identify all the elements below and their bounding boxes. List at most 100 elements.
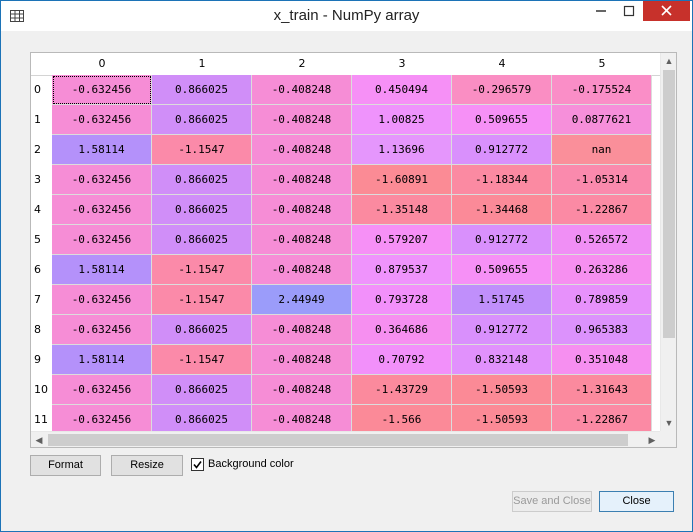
scroll-right-icon[interactable]: ▶ bbox=[644, 432, 660, 447]
table-cell[interactable]: -1.50593 bbox=[452, 375, 552, 405]
table-cell[interactable]: 0.789859 bbox=[552, 285, 652, 315]
table-cell[interactable]: 0.965383 bbox=[552, 315, 652, 345]
table-cell[interactable]: 1.58114 bbox=[52, 255, 152, 285]
table-cell[interactable]: -1.43729 bbox=[352, 375, 452, 405]
close-window-button[interactable] bbox=[643, 1, 690, 21]
row-header-10[interactable]: 10 bbox=[34, 375, 48, 405]
row-header-9[interactable]: 9 bbox=[34, 345, 41, 375]
table-cell[interactable]: -0.408248 bbox=[252, 315, 352, 345]
column-header-3[interactable]: 3 bbox=[352, 53, 452, 75]
vertical-scrollbar[interactable]: ▲ ▼ bbox=[660, 53, 676, 431]
table-cell[interactable]: 0.0877621 bbox=[552, 105, 652, 135]
table-cell[interactable]: 0.866025 bbox=[152, 75, 252, 105]
table-cell[interactable]: 0.509655 bbox=[452, 105, 552, 135]
table-cell[interactable]: 0.509655 bbox=[452, 255, 552, 285]
table-cell[interactable]: -1.1547 bbox=[152, 135, 252, 165]
table-cell[interactable]: -1.22867 bbox=[552, 195, 652, 225]
table-cell[interactable]: 0.912772 bbox=[452, 315, 552, 345]
table-cell[interactable]: 0.866025 bbox=[152, 195, 252, 225]
maximize-button[interactable] bbox=[615, 1, 643, 21]
table-cell[interactable]: 0.832148 bbox=[452, 345, 552, 375]
row-header-7[interactable]: 7 bbox=[34, 285, 41, 315]
row-header-4[interactable]: 4 bbox=[34, 195, 41, 225]
table-cell[interactable]: 0.263286 bbox=[552, 255, 652, 285]
row-header-8[interactable]: 8 bbox=[34, 315, 41, 345]
table-cell[interactable]: 0.879537 bbox=[352, 255, 452, 285]
row-header-6[interactable]: 6 bbox=[34, 255, 41, 285]
title-bar[interactable]: x_train - NumPy array bbox=[1, 1, 692, 31]
table-cell[interactable]: 0.866025 bbox=[152, 315, 252, 345]
column-header-4[interactable]: 4 bbox=[452, 53, 552, 75]
column-header-1[interactable]: 1 bbox=[152, 53, 252, 75]
horizontal-scrollbar[interactable]: ◀ ▶ bbox=[31, 431, 660, 447]
scroll-up-icon[interactable]: ▲ bbox=[661, 53, 676, 69]
table-cell[interactable]: -0.175524 bbox=[552, 75, 652, 105]
table-cell[interactable]: -1.60891 bbox=[352, 165, 452, 195]
resize-button[interactable]: Resize bbox=[111, 455, 183, 476]
table-cell[interactable]: 2.44949 bbox=[252, 285, 352, 315]
column-header-2[interactable]: 2 bbox=[252, 53, 352, 75]
row-header-5[interactable]: 5 bbox=[34, 225, 41, 255]
column-header-0[interactable]: 0 bbox=[52, 53, 152, 75]
table-cell[interactable]: -0.632456 bbox=[52, 195, 152, 225]
table-cell[interactable]: -1.31643 bbox=[552, 375, 652, 405]
table-cell[interactable]: 0.866025 bbox=[152, 105, 252, 135]
table-cell[interactable]: -1.1547 bbox=[152, 345, 252, 375]
table-cell[interactable]: 1.58114 bbox=[52, 135, 152, 165]
format-button[interactable]: Format bbox=[30, 455, 101, 476]
table-cell[interactable]: -1.34468 bbox=[452, 195, 552, 225]
vertical-scroll-thumb[interactable] bbox=[663, 70, 675, 338]
table-cell[interactable]: -0.408248 bbox=[252, 165, 352, 195]
table-cell[interactable]: -0.408248 bbox=[252, 225, 352, 255]
table-cell[interactable]: -1.1547 bbox=[152, 255, 252, 285]
table-cell[interactable]: -0.408248 bbox=[252, 375, 352, 405]
background-color-checkbox[interactable] bbox=[191, 458, 204, 471]
close-button[interactable]: Close bbox=[599, 491, 674, 512]
table-cell[interactable]: 0.526572 bbox=[552, 225, 652, 255]
table-cell[interactable]: -0.632456 bbox=[52, 225, 152, 255]
table-cell[interactable]: 1.13696 bbox=[352, 135, 452, 165]
table-cell[interactable]: -0.408248 bbox=[252, 135, 352, 165]
table-cell[interactable]: -0.408248 bbox=[252, 255, 352, 285]
table-cell[interactable]: -0.632456 bbox=[52, 165, 152, 195]
table-cell[interactable]: 1.51745 bbox=[452, 285, 552, 315]
column-header-5[interactable]: 5 bbox=[552, 53, 652, 75]
table-cell[interactable]: 1.00825 bbox=[352, 105, 452, 135]
table-cell[interactable]: -1.1547 bbox=[152, 285, 252, 315]
table-cell[interactable]: 0.912772 bbox=[452, 135, 552, 165]
table-cell[interactable]: 0.351048 bbox=[552, 345, 652, 375]
row-header-3[interactable]: 3 bbox=[34, 165, 41, 195]
table-cell[interactable]: nan bbox=[552, 135, 652, 165]
table-cell[interactable]: -0.408248 bbox=[252, 75, 352, 105]
table-cell[interactable]: -1.05314 bbox=[552, 165, 652, 195]
minimize-button[interactable] bbox=[587, 1, 615, 21]
table-cell[interactable]: -0.632456 bbox=[52, 315, 152, 345]
row-header-2[interactable]: 2 bbox=[34, 135, 41, 165]
table-cell[interactable]: 1.58114 bbox=[52, 345, 152, 375]
scroll-left-icon[interactable]: ◀ bbox=[31, 432, 47, 447]
table-cell[interactable]: -1.18344 bbox=[452, 165, 552, 195]
table-cell[interactable]: 0.866025 bbox=[152, 375, 252, 405]
table-cell[interactable]: -1.35148 bbox=[352, 195, 452, 225]
table-cell[interactable]: 0.866025 bbox=[152, 165, 252, 195]
save-and-close-button[interactable]: Save and Close bbox=[512, 491, 592, 512]
table-cell[interactable]: 0.70792 bbox=[352, 345, 452, 375]
table-cell[interactable]: -0.296579 bbox=[452, 75, 552, 105]
horizontal-scroll-thumb[interactable] bbox=[48, 434, 628, 446]
scroll-down-icon[interactable]: ▼ bbox=[661, 415, 676, 431]
table-cell[interactable]: -0.632456 bbox=[52, 75, 152, 105]
row-header-1[interactable]: 1 bbox=[34, 105, 41, 135]
table-cell[interactable]: 0.579207 bbox=[352, 225, 452, 255]
table-cell[interactable]: -0.632456 bbox=[52, 285, 152, 315]
table-cell[interactable]: 0.912772 bbox=[452, 225, 552, 255]
table-cell[interactable]: 0.793728 bbox=[352, 285, 452, 315]
table-cell[interactable]: 0.364686 bbox=[352, 315, 452, 345]
row-header-0[interactable]: 0 bbox=[34, 75, 41, 105]
table-cell[interactable]: 0.866025 bbox=[152, 225, 252, 255]
table-cell[interactable]: -0.408248 bbox=[252, 345, 352, 375]
table-cell[interactable]: -0.632456 bbox=[52, 105, 152, 135]
table-cell[interactable]: 0.450494 bbox=[352, 75, 452, 105]
table-cell[interactable]: -0.408248 bbox=[252, 105, 352, 135]
table-cell[interactable]: -0.632456 bbox=[52, 375, 152, 405]
table-cell[interactable]: -0.408248 bbox=[252, 195, 352, 225]
